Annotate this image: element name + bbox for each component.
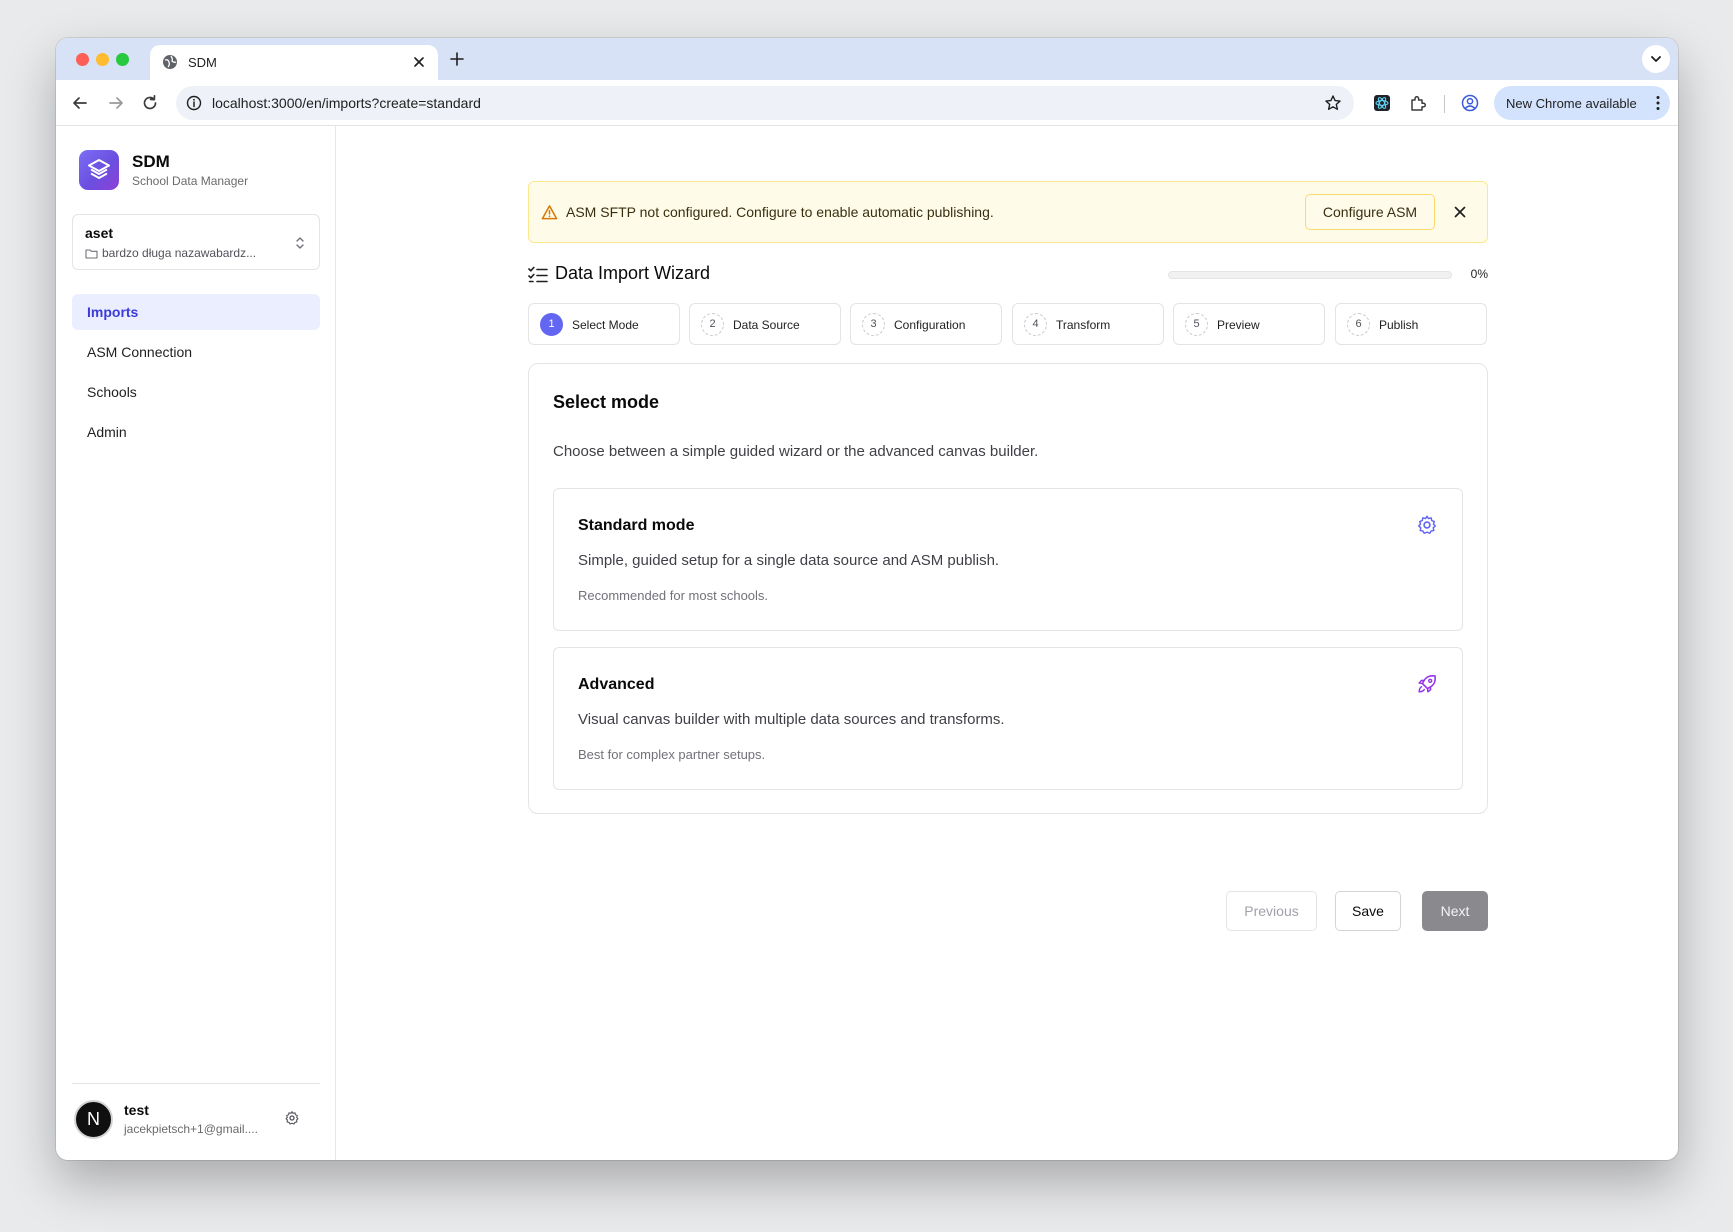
user-name: test xyxy=(124,1102,149,1118)
close-window-button[interactable] xyxy=(76,53,89,66)
browser-tab-active[interactable]: SDM xyxy=(150,45,438,80)
new-tab-icon[interactable] xyxy=(448,50,466,68)
page-title: Data Import Wizard xyxy=(555,263,711,283)
layers-logo-icon xyxy=(88,159,110,179)
step-label: Configuration xyxy=(894,318,966,332)
option-title: Standard mode xyxy=(578,517,695,534)
standard-mode-option[interactable]: Standard mode Simple, guided setup for a… xyxy=(553,488,1463,631)
step-configuration[interactable]: 3 Configuration xyxy=(850,303,1002,345)
wizard-progress-bar xyxy=(1168,271,1452,279)
step-number: 6 xyxy=(1347,313,1370,336)
brand-subtitle: School Data Manager xyxy=(132,174,249,188)
save-button[interactable]: Save xyxy=(1335,891,1401,931)
zoom-window-button[interactable] xyxy=(116,53,129,66)
folder-icon xyxy=(85,249,98,259)
step-label: Select Mode xyxy=(572,318,639,332)
sidebar-item-admin[interactable]: Admin xyxy=(72,414,320,450)
step-number: 1 xyxy=(540,313,563,336)
reload-icon[interactable] xyxy=(140,93,160,113)
sidebar: SDM School Data Manager aset bardzo dług… xyxy=(56,126,336,1160)
bookmark-star-icon[interactable] xyxy=(1324,94,1342,112)
advanced-mode-option[interactable]: Advanced Visual canvas builder with mult… xyxy=(553,647,1463,790)
asm-warning-alert: ASM SFTP not configured. Configure to en… xyxy=(528,181,1488,243)
app: SDM School Data Manager aset bardzo dług… xyxy=(56,126,1678,1160)
step-select-mode[interactable]: 1 Select Mode xyxy=(528,303,680,345)
browser-window: SDM localhost:3000/en/imports?create=sta… xyxy=(56,38,1678,1160)
step-label: Data Source xyxy=(733,318,800,332)
org-name: aset xyxy=(85,225,114,241)
close-tab-icon[interactable] xyxy=(410,53,428,71)
extensions-puzzle-icon[interactable] xyxy=(1408,93,1428,113)
option-description: Visual canvas builder with multiple data… xyxy=(578,711,1005,728)
previous-button[interactable]: Previous xyxy=(1226,891,1317,931)
step-data-source[interactable]: 2 Data Source xyxy=(689,303,841,345)
rocket-icon xyxy=(1418,675,1436,693)
react-devtools-extension-icon[interactable] xyxy=(1372,93,1392,113)
user-email: jacekpietsch+1@gmail.... xyxy=(124,1122,258,1136)
main-content: ASM SFTP not configured. Configure to en… xyxy=(336,126,1678,1160)
site-info-icon[interactable] xyxy=(186,95,202,111)
step-label: Transform xyxy=(1056,318,1111,332)
section-title: Select mode xyxy=(553,392,660,412)
warning-triangle-icon xyxy=(541,205,558,220)
step-preview[interactable]: 5 Preview xyxy=(1173,303,1325,345)
sidebar-divider xyxy=(72,1083,320,1084)
sidebar-item-asm-connection[interactable]: ASM Connection xyxy=(72,334,320,370)
tab-strip: SDM xyxy=(56,38,1678,80)
tab-title: SDM xyxy=(188,55,217,70)
option-description: Simple, guided setup for a single data s… xyxy=(578,552,1000,569)
option-note: Recommended for most schools. xyxy=(578,588,769,603)
close-icon[interactable] xyxy=(1453,205,1467,219)
configure-asm-button[interactable]: Configure ASM xyxy=(1305,194,1435,230)
sidebar-item-schools[interactable]: Schools xyxy=(72,374,320,410)
url-text: localhost:3000/en/imports?create=standar… xyxy=(212,95,481,111)
step-label: Publish xyxy=(1379,318,1419,332)
list-checks-icon xyxy=(528,266,548,283)
wizard-steps: 1 Select Mode 2 Data Source 3 Configurat… xyxy=(528,303,1488,345)
step-label: Preview xyxy=(1217,318,1260,332)
gear-icon[interactable] xyxy=(284,1110,300,1126)
app-logo xyxy=(79,150,119,190)
option-note: Best for complex partner setups. xyxy=(578,747,766,762)
avatar[interactable]: N xyxy=(74,1100,113,1139)
new-chrome-available-button[interactable]: New Chrome available xyxy=(1494,86,1670,120)
step-number: 2 xyxy=(701,313,724,336)
tab-search-button[interactable] xyxy=(1642,45,1670,73)
forward-arrow-icon[interactable] xyxy=(106,93,126,113)
option-title: Advanced xyxy=(578,676,655,693)
progress-label: 0% xyxy=(1470,267,1488,281)
next-button[interactable]: Next xyxy=(1422,891,1488,931)
org-switcher[interactable]: aset bardzo długa nazawabardz... xyxy=(72,214,320,270)
back-arrow-icon[interactable] xyxy=(70,93,90,113)
address-bar[interactable]: localhost:3000/en/imports?create=standar… xyxy=(176,86,1354,120)
chevrons-up-down-icon xyxy=(296,237,304,249)
select-mode-card: Select mode Choose between a simple guid… xyxy=(528,363,1488,814)
brand-name: SDM xyxy=(132,152,170,171)
update-label: New Chrome available xyxy=(1506,96,1637,111)
step-transform[interactable]: 4 Transform xyxy=(1012,303,1164,345)
profile-icon[interactable] xyxy=(1460,93,1480,113)
minimize-window-button[interactable] xyxy=(96,53,109,66)
sidebar-item-imports[interactable]: Imports xyxy=(72,294,320,330)
step-number: 3 xyxy=(862,313,885,336)
sidebar-nav: Imports ASM Connection Schools Admin xyxy=(72,294,320,454)
step-number: 4 xyxy=(1024,313,1047,336)
alert-message: ASM SFTP not configured. Configure to en… xyxy=(566,204,994,220)
org-path: bardzo długa nazawabardz... xyxy=(102,246,257,260)
toolbar-divider xyxy=(1444,95,1445,113)
step-publish[interactable]: 6 Publish xyxy=(1335,303,1487,345)
step-number: 5 xyxy=(1185,313,1208,336)
browser-toolbar: localhost:3000/en/imports?create=standar… xyxy=(56,80,1678,126)
section-description: Choose between a simple guided wizard or… xyxy=(553,443,1039,460)
chevron-down-icon xyxy=(1651,56,1661,62)
globe-icon xyxy=(163,55,177,69)
more-vertical-icon xyxy=(1656,96,1660,110)
gear-icon xyxy=(1418,515,1436,534)
